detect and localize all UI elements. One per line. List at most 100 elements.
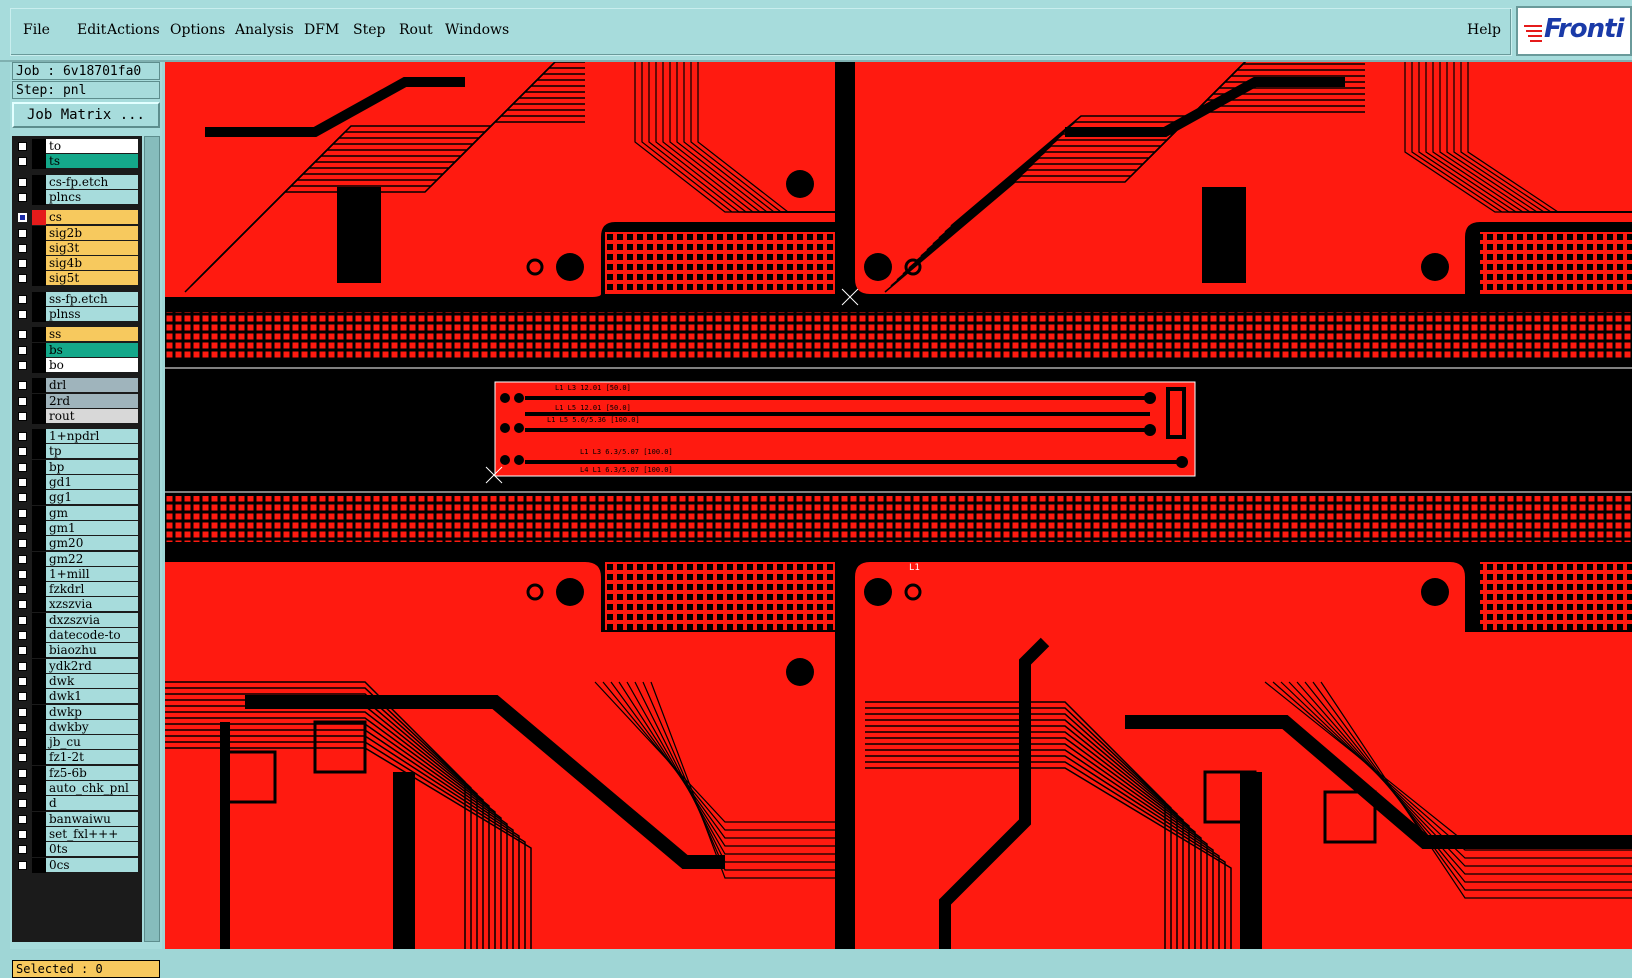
layer-color-swatch[interactable] (32, 811, 46, 827)
layer-checkbox[interactable] (18, 508, 27, 518)
layer-row-fzkdrl[interactable]: fzkdrl (12, 582, 142, 598)
layer-checkbox[interactable] (18, 493, 27, 503)
layer-row-sig2b[interactable]: sig2b (12, 225, 142, 241)
layer-checkbox[interactable] (18, 753, 27, 763)
layer-row-dwk1[interactable]: dwk1 (12, 689, 142, 705)
layer-row-bo[interactable]: bo (12, 357, 142, 373)
layer-row-fz5-6b[interactable]: fz5-6b (12, 765, 142, 781)
layer-color-swatch[interactable] (32, 719, 46, 735)
layer-row-bs[interactable]: bs (12, 342, 142, 358)
layer-row-0ts[interactable]: 0ts (12, 842, 142, 858)
layer-name[interactable]: ydk2rd (46, 658, 138, 673)
layer-row-1-npdrl[interactable]: 1+npdrl (12, 429, 142, 445)
layer-name[interactable]: tp (46, 444, 138, 459)
layer-row-ss-fp-etch[interactable]: ss-fp.etch (12, 291, 142, 307)
layer-checkbox[interactable] (18, 676, 27, 686)
layer-name[interactable]: gm20 (46, 536, 138, 551)
layer-checkbox[interactable] (18, 228, 27, 238)
layer-row-2rd[interactable]: 2rd (12, 393, 142, 409)
layer-color-swatch[interactable] (32, 796, 46, 812)
layer-checkbox[interactable] (18, 814, 27, 824)
layer-color-swatch[interactable] (32, 256, 46, 272)
menu-windows[interactable]: Windows (445, 22, 509, 38)
layer-color-swatch[interactable] (32, 225, 46, 241)
layer-row-gm1[interactable]: gm1 (12, 520, 142, 536)
layer-color-swatch[interactable] (32, 327, 46, 343)
layer-checkbox[interactable] (18, 294, 27, 304)
layer-color-swatch[interactable] (32, 673, 46, 689)
layer-checkbox[interactable] (18, 768, 27, 778)
layer-name[interactable]: gm (46, 505, 138, 520)
layer-color-swatch[interactable] (32, 857, 46, 873)
layer-row-ydk2rd[interactable]: ydk2rd (12, 658, 142, 674)
layer-color-swatch[interactable] (32, 551, 46, 567)
layer-checkbox[interactable] (18, 157, 27, 167)
menu-options[interactable]: Options (170, 22, 225, 38)
layer-checkbox[interactable] (18, 274, 27, 284)
graphic-editor-canvas[interactable]: L1 L3 12.01 [50.0] L1 L5 12.01 [50.0] L1… (165, 62, 1632, 949)
layer-name[interactable]: banwaiwu (46, 811, 138, 826)
layer-checkbox[interactable] (18, 432, 27, 442)
layer-row-biaozhu[interactable]: biaozhu (12, 643, 142, 659)
layer-row-gd1[interactable]: gd1 (12, 475, 142, 490)
layer-color-swatch[interactable] (32, 307, 46, 322)
layer-name[interactable]: biaozhu (46, 643, 138, 658)
layer-row-plncs[interactable]: plncs (12, 189, 142, 205)
layer-row-1-mill[interactable]: 1+mill (12, 566, 142, 582)
menu-dfm[interactable]: DFM (304, 22, 339, 38)
menu-analysis[interactable]: Analysis (235, 22, 294, 38)
layer-name[interactable]: xzszvia (46, 597, 138, 612)
layer-color-swatch[interactable] (32, 378, 46, 394)
layer-color-swatch[interactable] (32, 566, 46, 582)
layer-name[interactable]: plnss (46, 307, 138, 321)
layer-name[interactable]: set_fxl+++ (46, 826, 138, 841)
menu-help[interactable]: Help (1467, 22, 1501, 38)
layer-checkbox[interactable] (18, 523, 27, 533)
layer-color-swatch[interactable] (32, 271, 46, 287)
layer-color-swatch[interactable] (32, 429, 46, 445)
layer-color-swatch[interactable] (32, 781, 46, 796)
layer-name[interactable]: gg1 (46, 490, 138, 505)
layer-checkbox[interactable] (18, 447, 27, 457)
layer-checkbox[interactable] (18, 539, 27, 549)
layer-color-swatch[interactable] (32, 704, 46, 720)
layer-color-swatch[interactable] (32, 689, 46, 705)
layer-row-gm22[interactable]: gm22 (12, 551, 142, 567)
layer-name[interactable]: to (46, 139, 138, 153)
layer-color-swatch[interactable] (32, 765, 46, 781)
layer-row-gm[interactable]: gm (12, 505, 142, 521)
layer-row-d[interactable]: d (12, 796, 142, 812)
layer-checkbox[interactable] (18, 646, 27, 656)
layer-name[interactable]: fz5-6b (46, 765, 138, 780)
menu-actions[interactable]: Actions (107, 22, 160, 38)
layer-row-drl[interactable]: drl (12, 378, 142, 394)
menu-step[interactable]: Step (353, 22, 385, 38)
layer-checkbox[interactable] (18, 411, 27, 421)
layer-name[interactable]: dwk1 (46, 689, 138, 704)
layer-name[interactable]: auto_chk_pnl (46, 781, 138, 795)
layer-row-sig4b[interactable]: sig4b (12, 256, 142, 272)
layer-row-dwkby[interactable]: dwkby (12, 719, 142, 735)
layer-checkbox[interactable] (18, 585, 27, 595)
layer-name[interactable]: gm22 (46, 551, 138, 566)
layer-name[interactable]: fzkdrl (46, 582, 138, 597)
layer-name[interactable]: gd1 (46, 475, 138, 489)
layer-row-sig3t[interactable]: sig3t (12, 240, 142, 256)
layer-checkbox[interactable] (18, 177, 27, 187)
layer-name[interactable]: fz1-2t (46, 750, 138, 765)
layer-checkbox[interactable] (18, 631, 27, 640)
job-matrix-button[interactable]: Job Matrix ... (12, 102, 160, 128)
layer-checkbox[interactable] (18, 243, 27, 253)
layer-color-swatch[interactable] (32, 658, 46, 674)
layer-color-swatch[interactable] (32, 189, 46, 205)
layer-checkbox[interactable] (18, 860, 27, 870)
layer-color-swatch[interactable] (32, 444, 46, 460)
layer-name[interactable]: dwk (46, 673, 138, 688)
layer-row-rout[interactable]: rout (12, 408, 142, 424)
layer-name[interactable]: bp (46, 459, 138, 474)
menu-rout[interactable]: Rout (399, 22, 433, 38)
pcb-panel-view[interactable]: L1 L3 12.01 [50.0] L1 L5 12.01 [50.0] L1… (165, 62, 1632, 949)
layer-name[interactable]: ss-fp.etch (46, 291, 138, 306)
layer-name[interactable]: sig4b (46, 256, 138, 271)
layer-name[interactable]: sig2b (46, 225, 138, 240)
